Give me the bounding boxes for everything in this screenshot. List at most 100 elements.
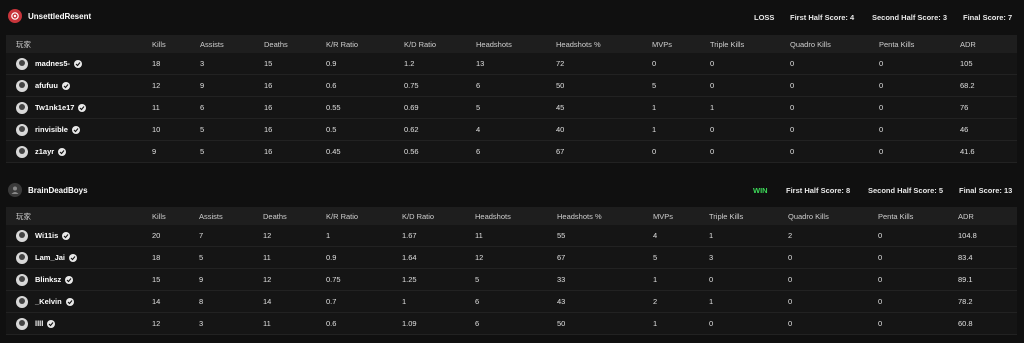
column-header[interactable]: Headshots % <box>556 35 652 53</box>
column-header[interactable]: Assists <box>199 207 263 225</box>
second-half-score: Second Half Score: 3 <box>872 13 948 22</box>
column-header[interactable]: Headshots % <box>557 207 653 225</box>
column-header[interactable]: Quadro Kills <box>790 35 879 53</box>
table-body: Wi11is 20 7 12 1 1.67 11 55 4 1 2 0 104.8 Lam_Jai 18 5 1… <box>6 225 1017 335</box>
column-header[interactable]: ADR <box>958 207 1017 225</box>
stat-cell: 14 <box>152 290 199 313</box>
stat-cell: 7 <box>199 225 263 247</box>
column-header[interactable]: K/D Ratio <box>404 35 476 53</box>
stat-cell: 10 <box>152 118 200 141</box>
player-cell: Lam_Jai <box>6 246 152 269</box>
stat-cell: 12 <box>263 268 326 291</box>
column-header[interactable]: K/D Ratio <box>402 207 475 225</box>
stat-cell: 0.75 <box>404 74 476 97</box>
stat-cell: 50 <box>556 74 652 97</box>
verified-check-icon <box>62 231 71 240</box>
stat-cell: 46 <box>960 118 1017 141</box>
stat-cell: 0.9 <box>326 53 404 75</box>
player-row: Wi11is 20 7 12 1 1.67 11 55 4 1 2 0 104.8 <box>6 225 1017 247</box>
team-section-unsettledresent: UnsettledResent LOSS First Half Score: 4… <box>0 0 1024 163</box>
stat-cell: 0 <box>709 312 788 335</box>
column-header[interactable]: Quadro Kills <box>788 207 878 225</box>
player-avatar-icon[interactable] <box>16 145 28 158</box>
stat-cell: 11 <box>263 312 326 335</box>
table-body: madnes5- 18 3 15 0.9 1.2 13 72 0 0 0 0 105 afufuu 12 9 1… <box>6 53 1017 163</box>
player-avatar-icon[interactable] <box>16 123 28 136</box>
stat-cell: 5 <box>199 246 263 269</box>
team-name[interactable]: BrainDeadBoys <box>28 186 88 195</box>
column-header[interactable]: Deaths <box>263 207 326 225</box>
scoreboard-table: 玩家 Kills Assists Deaths K/R Ratio K/D Ratio He… <box>6 207 1017 335</box>
stat-cell: 0 <box>878 225 958 247</box>
player-name[interactable]: z1ayr <box>35 147 54 156</box>
player-avatar-icon[interactable] <box>16 79 28 92</box>
player-avatar-icon[interactable] <box>16 251 28 264</box>
player-avatar-icon[interactable] <box>16 317 28 330</box>
stat-cell: 1.64 <box>402 246 475 269</box>
stat-cell: 40 <box>556 118 652 141</box>
stat-cell: 1.67 <box>402 225 475 247</box>
player-name[interactable]: madnes5- <box>35 59 70 68</box>
stat-cell: 0 <box>790 74 879 97</box>
player-name[interactable]: Wi11is <box>35 231 58 240</box>
player-name[interactable]: rinvisible <box>35 125 68 134</box>
column-header[interactable]: Headshots <box>476 35 556 53</box>
player-name[interactable]: Blinksz <box>35 275 61 284</box>
column-header[interactable]: Penta Kills <box>879 35 960 53</box>
stat-cell: 0 <box>788 312 878 335</box>
player-avatar-icon[interactable] <box>16 101 28 114</box>
player-name[interactable]: Tw1nk1e17 <box>35 103 74 112</box>
match-result: LOSS <box>754 13 775 22</box>
stat-cell: 6 <box>475 312 557 335</box>
stat-cell: 0 <box>710 118 790 141</box>
player-cell: z1ayr <box>6 140 152 163</box>
stat-cell: 9 <box>152 140 200 163</box>
stat-cell: 12 <box>152 312 199 335</box>
team-name[interactable]: UnsettledResent <box>28 12 91 21</box>
stat-cell: 45 <box>556 96 652 119</box>
column-header[interactable]: Triple Kills <box>709 207 788 225</box>
stat-cell: 1.09 <box>402 312 475 335</box>
column-header[interactable]: MVPs <box>653 207 709 225</box>
column-header[interactable]: Kills <box>152 207 199 225</box>
stat-cell: 0 <box>879 96 960 119</box>
stat-cell: 0.6 <box>326 312 402 335</box>
player-name[interactable]: Lam_Jai <box>35 253 65 262</box>
player-name[interactable]: _Kelvin <box>35 297 62 306</box>
column-header[interactable]: K/R Ratio <box>326 35 404 53</box>
player-row: Lam_Jai 18 5 11 0.9 1.64 12 67 5 3 0 0 83.4 <box>6 246 1017 269</box>
stat-cell: 0 <box>710 74 790 97</box>
column-header[interactable]: 玩家 <box>6 207 152 225</box>
column-header[interactable]: K/R Ratio <box>326 207 402 225</box>
player-name[interactable]: llll <box>35 319 43 328</box>
column-header[interactable]: MVPs <box>652 35 710 53</box>
player-avatar-icon[interactable] <box>16 295 28 308</box>
team-logo-icon[interactable] <box>8 9 22 23</box>
stat-cell: 0.69 <box>404 96 476 119</box>
player-avatar-icon[interactable] <box>16 273 28 286</box>
column-header[interactable]: Headshots <box>475 207 557 225</box>
column-header[interactable]: 玩家 <box>6 35 152 53</box>
stat-cell: 1.2 <box>404 53 476 75</box>
second-half-score: Second Half Score: 5 <box>868 186 944 195</box>
player-row: z1ayr 9 5 16 0.45 0.56 6 67 0 0 0 0 41.6 <box>6 140 1017 163</box>
player-name[interactable]: afufuu <box>35 81 58 90</box>
stat-cell: 1 <box>709 290 788 313</box>
column-header[interactable]: Kills <box>152 35 200 53</box>
player-cell: Tw1nk1e17 <box>6 96 152 119</box>
stat-cell: 0 <box>709 268 788 291</box>
player-avatar-icon[interactable] <box>16 57 28 70</box>
stat-cell: 18 <box>152 246 199 269</box>
stat-cell: 0.9 <box>326 246 402 269</box>
column-header[interactable]: Deaths <box>264 35 326 53</box>
column-header[interactable]: Triple Kills <box>710 35 790 53</box>
first-half-score: First Half Score: 8 <box>786 186 851 195</box>
column-header[interactable]: ADR <box>960 35 1017 53</box>
column-header[interactable]: Assists <box>200 35 264 53</box>
player-avatar-icon[interactable] <box>16 229 28 242</box>
stat-cell: 50 <box>557 312 653 335</box>
column-header[interactable]: Penta Kills <box>878 207 958 225</box>
stat-cell: 0.56 <box>404 140 476 163</box>
team-logo-icon[interactable] <box>8 183 22 197</box>
stat-cell: 67 <box>557 246 653 269</box>
